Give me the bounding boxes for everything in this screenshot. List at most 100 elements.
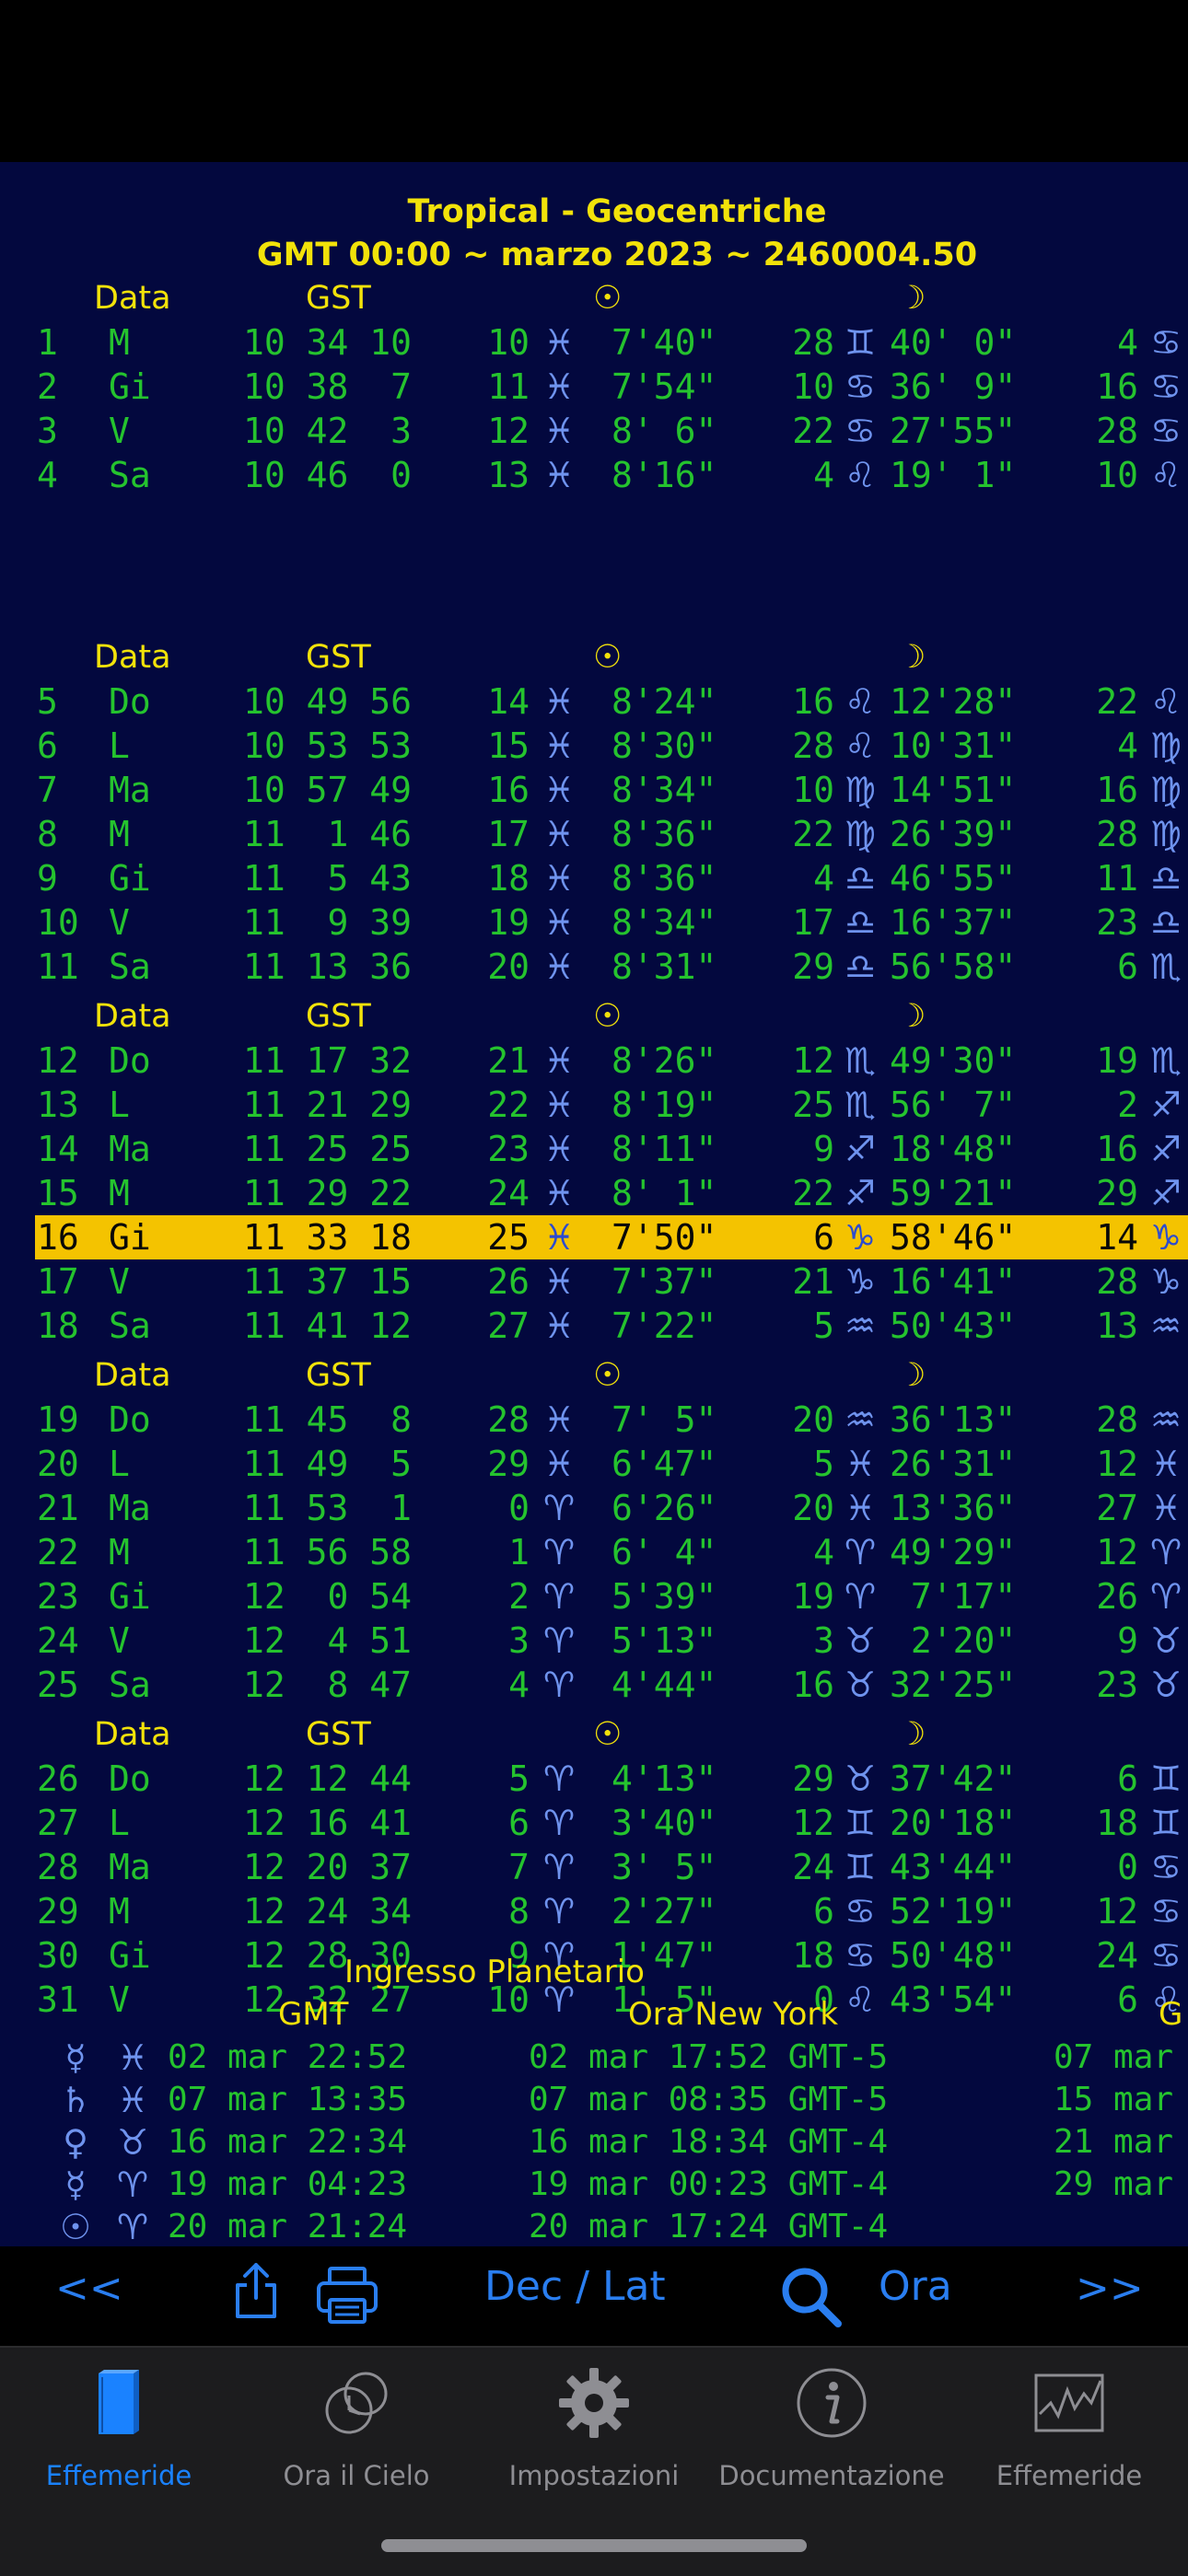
- day-number: 11: [37, 946, 79, 987]
- sun-minutes: 8' 6": [611, 411, 717, 451]
- moon-sign-icon: ♎: [844, 902, 877, 943]
- ingress-gmt: 20 mar 21:24: [168, 2208, 408, 2245]
- ephemeris-view[interactable]: Tropical - Geocentriche GMT 00:00 ~ marz…: [0, 162, 1188, 2246]
- table-row[interactable]: 28 Ma 12 20 37 7 ♈ 3' 5" 24 ♊ 43'44" 0 ♋: [0, 1845, 1188, 1889]
- table-row[interactable]: 7 Ma 10 57 49 16 ♓ 8'34" 10 ♍ 14'51" 16 ♍: [0, 768, 1188, 812]
- sun-sign-icon: ♓: [542, 681, 576, 722]
- table-row[interactable]: 1 M 10 34 10 10 ♓ 7'40" 28 ♊ 40' 0" 4 ♋: [0, 320, 1188, 365]
- next-degree: 22: [1096, 681, 1138, 722]
- table-row[interactable]: 16 Gi 11 33 18 25 ♓ 7'50" 6 ♑ 58'46" 14 ♑: [35, 1215, 1188, 1259]
- table-row[interactable]: 26 Do 12 12 44 5 ♈ 4'13" 29 ♉ 37'42" 6 ♊: [0, 1757, 1188, 1801]
- day-number: 14: [37, 1129, 79, 1169]
- gst-value: 12 4 51: [243, 1620, 413, 1661]
- sun-degree: 1: [508, 1532, 530, 1572]
- next-sign-icon: ♒: [1149, 1305, 1182, 1346]
- next-sign-icon: ♎: [1149, 858, 1182, 899]
- day-number: 9: [37, 858, 58, 899]
- column-header-moon: ☽: [897, 998, 926, 1035]
- sun-degree: 0: [508, 1488, 530, 1528]
- table-row[interactable]: 17 V 11 37 15 26 ♓ 7'37" 21 ♑ 16'41" 28 ♑: [0, 1259, 1188, 1304]
- moon-sign-icon: ♊: [844, 1803, 877, 1843]
- moon-sign-icon: ♎: [844, 946, 877, 987]
- table-row[interactable]: 27 L 12 16 41 6 ♈ 3'40" 12 ♊ 20'18" 18 ♊: [0, 1801, 1188, 1845]
- gst-value: 12 24 34: [243, 1891, 413, 1932]
- day-number: 26: [37, 1758, 79, 1799]
- ingress-row: ☿ ♓ 02 mar 22:52 02 mar 17:52 GMT-5 07 mar: [0, 2036, 1188, 2079]
- table-row[interactable]: 9 Gi 11 5 43 18 ♓ 8'36" 4 ♎ 46'55" 11 ♎: [0, 856, 1188, 900]
- page-title: Tropical - Geocentriche: [407, 193, 827, 230]
- next-sign-icon: ♎: [1149, 902, 1182, 943]
- ingress-gmt: 16 mar 22:34: [168, 2123, 408, 2161]
- ingress-ny-header: Ora New York: [628, 1996, 839, 2033]
- next-sign-icon: ♌: [1149, 455, 1182, 495]
- table-row[interactable]: 4 Sa 10 46 0 13 ♓ 8'16" 4 ♌ 19' 1" 10 ♌: [0, 453, 1188, 497]
- tab-ora-il-cielo[interactable]: Ora il Cielo: [238, 2348, 475, 2495]
- weekday: Do: [109, 681, 151, 722]
- moon-degree: 4: [813, 455, 834, 495]
- table-row[interactable]: 18 Sa 11 41 12 27 ♓ 7'22" 5 ♒ 50'43" 13 ♒: [0, 1304, 1188, 1348]
- next-sign-icon: ♋: [1149, 1935, 1182, 1976]
- table-row[interactable]: 8 M 11 1 46 17 ♓ 8'36" 22 ♍ 26'39" 28 ♍: [0, 812, 1188, 856]
- moon-sign-icon: ♎: [844, 858, 877, 899]
- ingress-new-york: 02 mar 17:52 GMT-5: [529, 2038, 889, 2076]
- previous-month-button[interactable]: <<: [55, 2265, 123, 2312]
- search-icon[interactable]: [779, 2265, 844, 2329]
- time-button[interactable]: Ora: [879, 2263, 952, 2310]
- moon-minutes: 32'25": [890, 1665, 1017, 1705]
- table-row[interactable]: 23 Gi 12 0 54 2 ♈ 5'39" 19 ♈ 7'17" 26 ♈: [0, 1574, 1188, 1619]
- table-row[interactable]: 25 Sa 12 8 47 4 ♈ 4'44" 16 ♉ 32'25" 23 ♉: [0, 1663, 1188, 1707]
- table-row[interactable]: 21 Ma 11 53 1 0 ♈ 6'26" 20 ♓ 13'36" 27 ♓: [0, 1486, 1188, 1530]
- table-row[interactable]: 20 L 11 49 5 29 ♓ 6'47" 5 ♓ 26'31" 12 ♓: [0, 1442, 1188, 1486]
- sun-sign-icon: ♓: [542, 1040, 576, 1081]
- day-number: 24: [37, 1620, 79, 1661]
- moon-minutes: 14'51": [890, 770, 1017, 810]
- next-sign-icon: ♐: [1149, 1085, 1182, 1125]
- weekday: L: [109, 1803, 130, 1843]
- table-row[interactable]: 12 Do 11 17 32 21 ♓ 8'26" 12 ♏ 49'30" 19 ♏: [0, 1039, 1188, 1083]
- table-row[interactable]: 11 Sa 11 13 36 20 ♓ 8'31" 29 ♎ 56'58" 6 ♏: [0, 945, 1188, 989]
- tab-effemeride[interactable]: Effemeride: [0, 2348, 238, 2495]
- table-row[interactable]: 14 Ma 11 25 25 23 ♓ 8'11" 9 ♐ 18'48" 16 ♐: [0, 1127, 1188, 1171]
- table-row[interactable]: 3 V 10 42 3 12 ♓ 8' 6" 22 ♋ 27'55" 28 ♋: [0, 409, 1188, 453]
- moon-minutes: 58'46": [890, 1217, 1017, 1258]
- table-row[interactable]: 2 Gi 10 38 7 11 ♓ 7'54" 10 ♋ 36' 9" 16 ♋: [0, 365, 1188, 409]
- dec-lat-button[interactable]: Dec / Lat: [484, 2263, 666, 2310]
- gst-value: 11 56 58: [243, 1532, 413, 1572]
- table-row[interactable]: 13 L 11 21 29 22 ♓ 8'19" 25 ♏ 56' 7" 2 ♐: [0, 1083, 1188, 1127]
- table-row[interactable]: 5 Do 10 49 56 14 ♓ 8'24" 16 ♌ 12'28" 22 ♌: [0, 679, 1188, 724]
- table-row[interactable]: 29 M 12 24 34 8 ♈ 2'27" 6 ♋ 52'19" 12 ♋: [0, 1889, 1188, 1933]
- table-row[interactable]: 6 L 10 53 53 15 ♓ 8'30" 28 ♌ 10'31" 4 ♍: [0, 724, 1188, 768]
- day-number: 4: [37, 455, 58, 495]
- table-row[interactable]: 19 Do 11 45 8 28 ♓ 7' 5" 20 ♒ 36'13" 28 ♒: [0, 1398, 1188, 1442]
- table-row[interactable]: 24 V 12 4 51 3 ♈ 5'13" 3 ♉ 2'20" 9 ♉: [0, 1619, 1188, 1663]
- tab-documentazione[interactable]: Documentazione: [713, 2348, 950, 2495]
- day-number: 15: [37, 1173, 79, 1213]
- sun-degree: 12: [487, 411, 530, 451]
- next-sign-icon: ♋: [1149, 411, 1182, 451]
- print-icon[interactable]: [315, 2265, 379, 2326]
- next-degree: 26: [1096, 1576, 1138, 1617]
- next-month-button[interactable]: >>: [1076, 2265, 1144, 2312]
- table-row[interactable]: 10 V 11 9 39 19 ♓ 8'34" 17 ♎ 16'37" 23 ♎: [0, 900, 1188, 945]
- next-sign-icon: ♑: [1149, 1217, 1182, 1258]
- table-row[interactable]: 15 M 11 29 22 24 ♓ 8' 1" 22 ♐ 59'21" 29 ♐: [0, 1171, 1188, 1215]
- tab-effemeride-grafico[interactable]: Effemeride: [950, 2348, 1188, 2495]
- sun-degree: 3: [508, 1620, 530, 1661]
- column-header-gst: GST: [306, 1716, 371, 1753]
- next-degree: 6: [1117, 1758, 1138, 1799]
- weekday: Sa: [109, 455, 151, 495]
- tab-label: Documentazione: [718, 2460, 945, 2491]
- day-number: 8: [37, 814, 58, 854]
- share-icon[interactable]: [232, 2261, 280, 2320]
- tab-impostazioni[interactable]: Impostazioni: [475, 2348, 713, 2495]
- sun-degree: 5: [508, 1758, 530, 1799]
- sun-degree: 15: [487, 725, 530, 766]
- sun-minutes: 7'40": [611, 322, 717, 363]
- day-number: 13: [37, 1085, 79, 1125]
- moon-minutes: 52'19": [890, 1891, 1017, 1932]
- table-row[interactable]: 22 M 11 56 58 1 ♈ 6' 4" 4 ♈ 49'29" 12 ♈: [0, 1530, 1188, 1574]
- ingress-row: ☉ ♈ 20 mar 21:24 20 mar 17:24 GMT-4: [0, 2206, 1188, 2246]
- moon-degree: 20: [792, 1488, 834, 1528]
- next-degree: 19: [1096, 1040, 1138, 1081]
- day-number: 18: [37, 1305, 79, 1346]
